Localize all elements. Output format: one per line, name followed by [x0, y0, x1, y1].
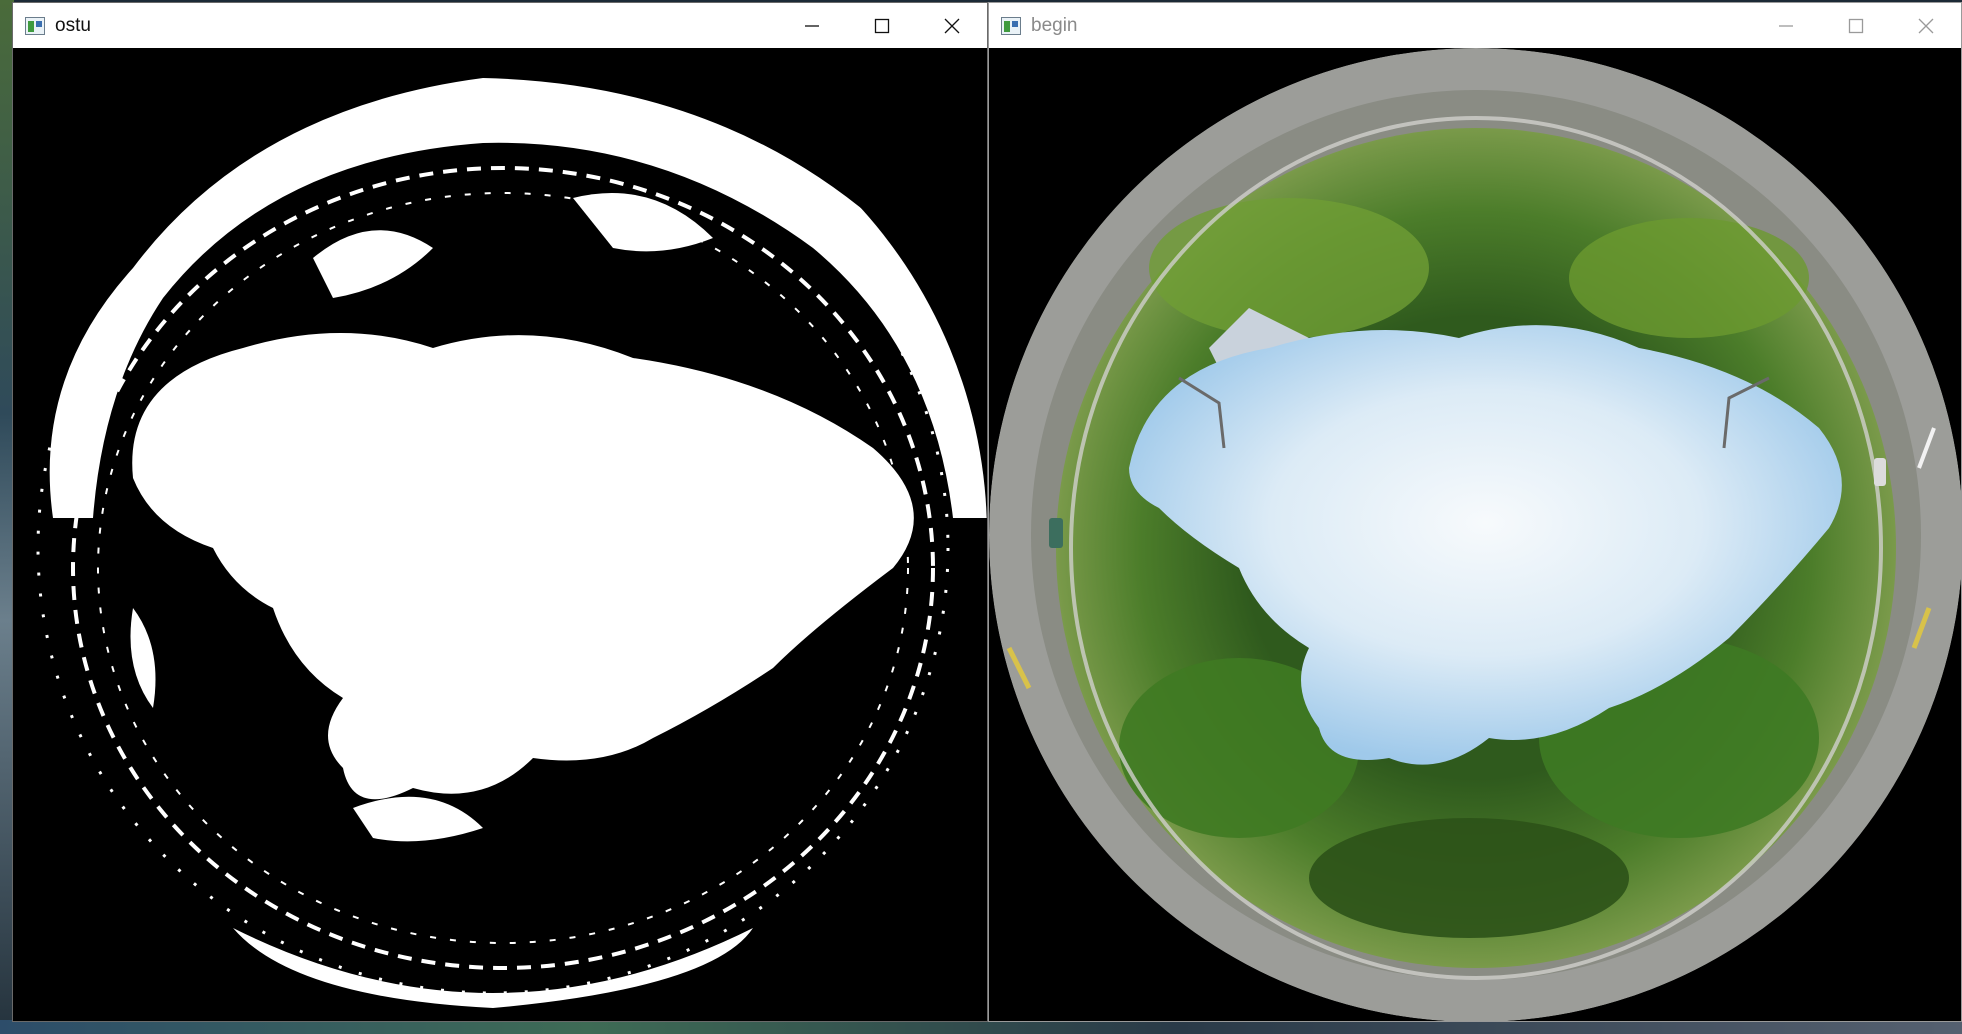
maximize-button[interactable] [1821, 3, 1891, 48]
fisheye-photo [989, 48, 1961, 1021]
window-ostu[interactable]: ostu [12, 2, 988, 1022]
titlebar-begin[interactable]: begin [989, 3, 1961, 48]
image-view-begin [989, 48, 1961, 1021]
close-icon [1918, 18, 1934, 33]
app-icon [25, 16, 45, 35]
maximize-button[interactable] [847, 3, 917, 48]
desktop-background-bottom [0, 1020, 1962, 1034]
app-icon [1001, 16, 1021, 35]
image-view-ostu [13, 48, 987, 1021]
window-controls [777, 3, 987, 48]
close-icon [944, 18, 960, 33]
close-button[interactable] [917, 3, 987, 48]
otsu-binary-image [13, 48, 987, 1021]
window-title: ostu [55, 14, 91, 36]
minimize-icon [805, 24, 819, 27]
window-begin[interactable]: begin [988, 2, 1962, 1022]
minimize-icon [1779, 24, 1793, 27]
maximize-icon [874, 18, 890, 33]
maximize-icon [1848, 18, 1864, 33]
minimize-button[interactable] [777, 3, 847, 48]
window-controls [1751, 3, 1961, 48]
window-title: begin [1031, 14, 1078, 36]
close-button[interactable] [1891, 3, 1961, 48]
minimize-button[interactable] [1751, 3, 1821, 48]
titlebar-ostu[interactable]: ostu [13, 3, 987, 48]
